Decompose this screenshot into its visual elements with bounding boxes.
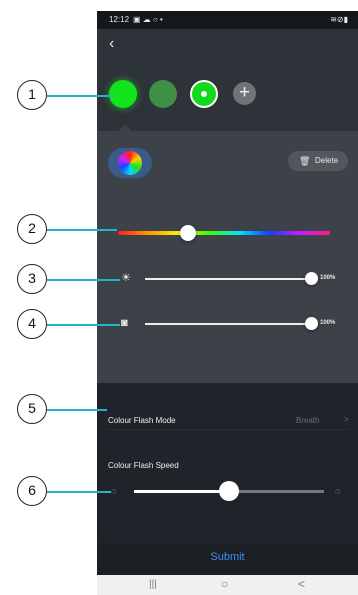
- color-edit-panel: 🗑 Delete ☀ 100% ◙ 100%: [97, 131, 358, 383]
- saturation-slider[interactable]: [145, 323, 311, 325]
- color-wheel-button[interactable]: [108, 148, 152, 178]
- callout-1: 1: [17, 80, 47, 110]
- slow-speed-icon: ◌: [111, 486, 117, 496]
- add-color-button[interactable]: +: [233, 82, 256, 105]
- color-swatch-header: ‹ +: [97, 29, 358, 131]
- selected-dot-icon: [201, 91, 207, 97]
- saturation-value: 100%: [320, 320, 336, 326]
- submit-bar: Submit: [97, 543, 358, 575]
- divider: [108, 429, 348, 430]
- colour-flash-speed-label: Colour Flash Speed: [108, 461, 179, 470]
- flash-settings: Colour Flash Mode Breath > Colour Flash …: [97, 383, 358, 543]
- home-icon[interactable]: ○: [221, 577, 228, 591]
- callout-2: 2: [17, 214, 47, 244]
- brightness-value: 100%: [320, 275, 336, 281]
- hue-slider-knob[interactable]: [179, 225, 196, 241]
- callout-2-leader: [47, 229, 117, 231]
- status-bar: 12:12 ▣ ☁ ○ • ≋⊘▮: [97, 11, 358, 29]
- color-swatch-2[interactable]: [149, 80, 177, 108]
- brightness-icon: ☀: [121, 272, 131, 284]
- status-notification-icons: ▣ ☁ ○ •: [133, 15, 163, 24]
- callout-5-leader: [47, 409, 107, 411]
- delete-button[interactable]: 🗑 Delete: [288, 151, 348, 171]
- chevron-left-icon[interactable]: ‹: [109, 36, 114, 52]
- fast-speed-icon: ◌: [335, 486, 341, 496]
- trash-icon: 🗑: [299, 156, 311, 166]
- colour-flash-mode-value: Breath: [296, 416, 320, 425]
- back-nav-icon[interactable]: <: [298, 577, 305, 591]
- status-time: 12:12: [109, 15, 130, 24]
- recents-icon[interactable]: |||: [149, 579, 157, 590]
- flash-speed-fill: [134, 490, 229, 493]
- flash-speed-knob[interactable]: [219, 481, 239, 501]
- callout-3-leader: [47, 279, 120, 281]
- callout-5: 5: [17, 394, 47, 424]
- color-swatch-1[interactable]: [109, 80, 137, 108]
- android-nav-bar: ||| ○ <: [97, 575, 358, 595]
- saturation-icon: ◙: [121, 317, 128, 329]
- callout-4: 4: [17, 309, 47, 339]
- chevron-right-icon: >: [344, 415, 349, 424]
- callout-3: 3: [17, 264, 47, 294]
- saturation-slider-knob[interactable]: [304, 317, 318, 330]
- callout-4-leader: [47, 324, 120, 326]
- delete-label: Delete: [315, 156, 339, 165]
- colour-flash-mode-label: Colour Flash Mode: [108, 416, 176, 425]
- brightness-slider[interactable]: [145, 278, 311, 280]
- brightness-slider-knob[interactable]: [304, 272, 318, 285]
- callout-1-leader: [47, 95, 113, 97]
- callout-6-leader: [47, 491, 111, 493]
- callout-6: 6: [17, 476, 47, 506]
- color-wheel-icon: [118, 151, 142, 175]
- submit-button[interactable]: Submit: [210, 551, 244, 563]
- phone-screen: 12:12 ▣ ☁ ○ • ≋⊘▮ ‹ + 🗑 Delete ☀ 100% ◙ …: [97, 11, 358, 595]
- hue-slider[interactable]: [118, 231, 330, 235]
- status-system-icons: ≋⊘▮: [330, 15, 348, 24]
- color-swatch-3-selected[interactable]: [190, 80, 218, 108]
